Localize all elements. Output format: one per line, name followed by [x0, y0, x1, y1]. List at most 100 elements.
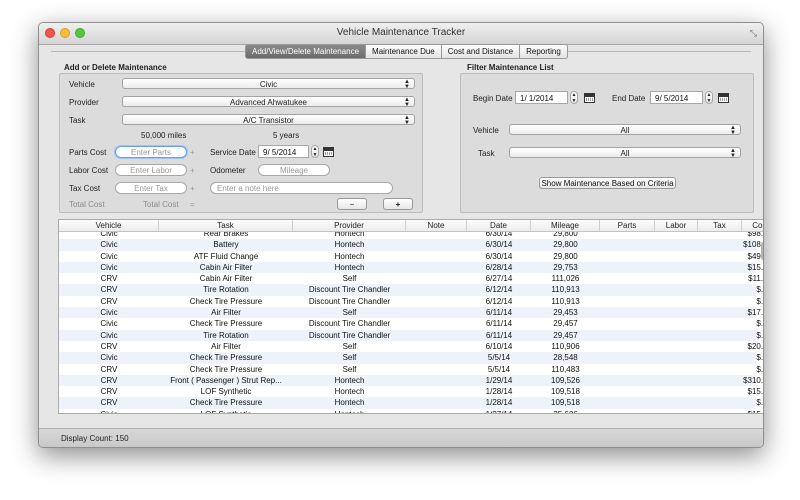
fullscreen-icon[interactable]: ⤡ — [750, 28, 757, 39]
table-row[interactable]: CRV LOF Synthetic Hontech 1/28/14 109,518 $15… — [59, 386, 763, 397]
begin-date-stepper[interactable]: ▲ ▼ — [570, 91, 578, 104]
table-row[interactable]: CRV Tire Rotation Discount Tire Chandler 6/… — [59, 284, 763, 296]
tax-cost-input[interactable]: Enter Tax — [115, 182, 187, 194]
table-row[interactable]: Civic Check Tire Pressure Discount Tire Ch… — [59, 318, 763, 329]
table-row[interactable]: CRV Cabin Air Filter Self 6/27/14 111,026 $11… — [59, 273, 763, 284]
add-maintenance-button[interactable]: + — [383, 198, 413, 210]
cell-vehicle: Civic — [100, 262, 118, 272]
cell-tax — [698, 375, 742, 386]
cell-labor — [655, 296, 698, 307]
cell-cost: $.00 — [756, 285, 764, 295]
cell-parts — [600, 409, 655, 413]
table-row[interactable]: CRV Check Tire Pressure Self 5/5/14 110,483 $… — [59, 364, 763, 375]
cell-provider: Hontech — [293, 409, 406, 413]
tax-cost-label: Tax Cost — [69, 184, 101, 193]
show-maintenance-button[interactable]: Show Maintenance Based on Criteria — [539, 177, 676, 189]
table-header: Vehicle Task Provider Note Date Mileage Parts L… — [59, 220, 763, 232]
cell-tax — [698, 397, 742, 408]
vehicle-popup[interactable]: Civic ▲ ▼ — [122, 78, 415, 90]
table-row[interactable]: Civic Cabin Air Filter Hontech 6/28/14 29,75… — [59, 261, 763, 274]
cell-vehicle: Civic — [100, 330, 118, 340]
table-row[interactable]: CRV Check Tire Pressure Discount Tire Chan… — [59, 296, 763, 307]
column-header-parts[interactable]: Parts — [600, 220, 655, 231]
tab-maintenance-due[interactable]: Maintenance Due — [366, 44, 442, 59]
cell-cost: $17.00 — [747, 308, 764, 318]
cell-labor — [655, 352, 698, 363]
vertical-scrollbar[interactable] — [761, 242, 763, 260]
table-row[interactable]: Civic Air Filter Self 6/11/14 29,453 $17.00 — [59, 307, 763, 319]
cell-vehicle: CRV — [100, 364, 118, 374]
tab-cost-distance[interactable]: Cost and Distance — [441, 44, 521, 59]
table-row[interactable]: CivicLOF SyntheticHontech 1/27/1425,636 $1… — [59, 409, 763, 413]
cell-mileage: 29,800 — [553, 240, 578, 250]
cell-vehicle: CRV — [100, 341, 118, 351]
column-header-vehicle[interactable]: Vehicle — [59, 220, 159, 231]
cell-tax — [698, 251, 742, 262]
column-header-provider[interactable]: Provider — [293, 220, 406, 231]
cell-date: 1/27/14 — [467, 409, 531, 413]
filter-vehicle-value: All — [620, 126, 630, 135]
cell-provider: Hontech — [334, 262, 365, 272]
table-row[interactable]: CivicBatteryHontech6/30/1429,800$108.00 — [59, 239, 763, 251]
column-header-mileage[interactable]: Mileage — [531, 220, 600, 231]
filter-section-title: Filter Maintenance List — [467, 63, 554, 72]
cell-cost: $.00 — [756, 330, 764, 340]
table-row[interactable]: CRV Front ( Passenger ) Strut Rep... Honte… — [59, 374, 763, 387]
filter-task-popup[interactable]: All ▲ ▼ — [509, 147, 741, 159]
calendar-icon[interactable] — [584, 93, 595, 103]
service-date-field[interactable]: 9/ 5/2014 — [258, 145, 309, 158]
cell-mileage: 110,913 — [551, 296, 580, 306]
end-date-field[interactable]: 9/ 5/2014 — [650, 91, 703, 104]
labor-cost-input[interactable]: Enter Labor — [115, 164, 187, 176]
column-header-task[interactable]: Task — [159, 220, 293, 231]
cell-parts — [600, 318, 655, 329]
title-bar: Vehicle Maintenance Tracker ⤡ — [39, 23, 763, 45]
table-row[interactable]: Civic Check Tire Pressure Self 5/5/14 28,548… — [59, 352, 763, 364]
table-row[interactable]: CRV Check Tire Pressure Hontech 1/28/14 109,… — [59, 397, 763, 409]
cell-task: Air Filter — [211, 308, 241, 318]
filter-vehicle-popup[interactable]: All ▲ ▼ — [509, 124, 741, 136]
column-header-tax[interactable]: Tax — [698, 220, 742, 231]
cell-parts — [600, 296, 655, 307]
cell-tax — [698, 409, 742, 413]
table-row[interactable]: Civic ATF Fluid Change Hontech 6/30/14 29,80… — [59, 251, 763, 262]
cell-note — [406, 330, 467, 341]
maintenance-table[interactable]: Civic Rear Brakes Hontech 6/30/14 29,800 $98.… — [58, 219, 763, 414]
vehicle-value: Civic — [259, 80, 278, 89]
cell-labor — [655, 318, 698, 329]
note-input[interactable]: Enter a note here — [210, 182, 393, 194]
cell-parts — [600, 330, 655, 341]
cell-provider: Hontech — [334, 251, 365, 261]
tab-add-view-delete[interactable]: Add/View/Delete Maintenance — [245, 44, 367, 59]
service-date-stepper[interactable]: ▲ ▼ — [311, 145, 319, 158]
begin-date-field[interactable]: 1/ 1/2014 — [515, 91, 568, 104]
cell-parts — [600, 375, 655, 386]
cell-mileage: 29,753 — [553, 262, 578, 272]
cell-task: LOF Synthetic — [200, 387, 252, 397]
interval-miles: 50,000 miles — [141, 131, 187, 140]
cell-vehicle: Civic — [100, 308, 118, 318]
tab-reporting[interactable]: Reporting — [520, 44, 568, 59]
calendar-icon[interactable] — [323, 147, 334, 157]
cell-tax — [698, 307, 742, 318]
cell-tax — [698, 296, 742, 307]
task-popup[interactable]: A/C Transistor ▲ ▼ — [122, 114, 415, 126]
cell-mileage: 28,548 — [553, 353, 578, 363]
column-header-cost[interactable]: Cost — [742, 220, 763, 231]
column-header-note[interactable]: Note — [406, 220, 467, 231]
calendar-icon[interactable] — [718, 93, 729, 103]
provider-popup[interactable]: Advanced Ahwatukee ▲ ▼ — [122, 96, 415, 108]
table-row[interactable]: CRV Air Filter Self 6/10/14 110,906 $20.00 — [59, 341, 763, 352]
column-header-labor[interactable]: Labor — [655, 220, 698, 231]
table-row[interactable]: Civic Tire Rotation Discount Tire Chandler… — [59, 329, 763, 341]
cell-vehicle: CRV — [100, 375, 118, 385]
parts-cost-input[interactable]: Enter Parts — [115, 146, 187, 158]
filter-task-label: Task — [478, 149, 495, 158]
column-header-date[interactable]: Date — [467, 220, 531, 231]
end-date-stepper[interactable]: ▲ ▼ — [705, 91, 713, 104]
odometer-input[interactable]: Mileage — [258, 164, 330, 176]
cell-provider: Discount Tire Chandler — [308, 330, 391, 340]
cell-provider: Discount Tire Chandler — [308, 296, 391, 306]
remove-maintenance-button[interactable]: − — [337, 198, 367, 210]
cell-note — [406, 352, 467, 363]
